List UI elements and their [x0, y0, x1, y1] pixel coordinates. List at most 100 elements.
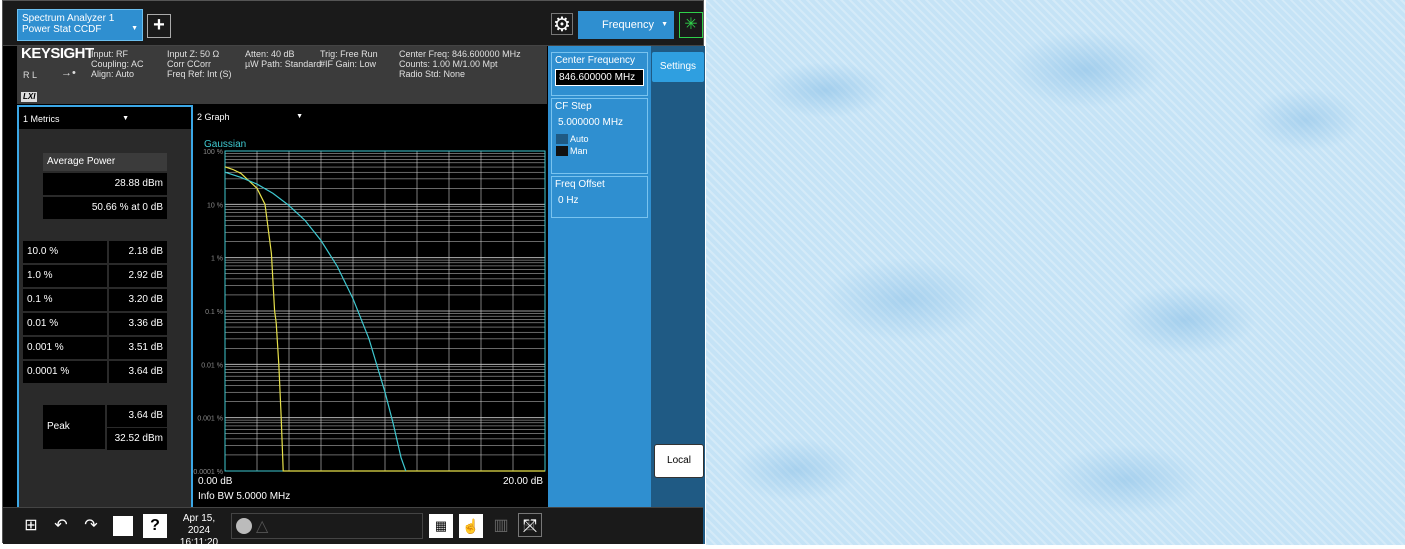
- info-col-center: Center Freq: 846.600000 MHz Counts: 1.00…: [399, 49, 521, 79]
- mode-tab-line2: Power Stat CCDF: [22, 24, 102, 35]
- ccdf-val-cell: 2.92 dB: [109, 265, 167, 287]
- local-button[interactable]: Local: [654, 444, 704, 478]
- info-text: Corr CCorr: [167, 59, 211, 69]
- info-text: Coupling: AC: [91, 59, 144, 69]
- info-col-trigger: Trig: Free Run #IF Gain: Low: [320, 49, 378, 69]
- rl-indicator: R L: [23, 70, 38, 80]
- input-connector-icon: →•: [61, 67, 76, 79]
- cf-step-control[interactable]: CF Step 5.000000 MHz Auto Man: [551, 98, 648, 174]
- ccdf-val-cell: 2.18 dB: [109, 241, 167, 263]
- message-area[interactable]: △: [231, 513, 423, 539]
- graph-pane[interactable]: 2 Graph ▼ Gaussian 100 % 10 % 1 % 0.1 % 0.01…: [193, 105, 547, 507]
- center-frequency-field[interactable]: 846.600000 MHz: [555, 69, 644, 86]
- y-tick-label: 0.0001 %: [193, 469, 223, 476]
- lxi-badge: LXI: [21, 92, 38, 102]
- brand-logo: KEYSIGHT: [21, 45, 94, 62]
- chevron-down-icon: ▼: [122, 115, 129, 122]
- cf-step-auto-option[interactable]: Auto: [552, 133, 647, 145]
- ccdf-val-cell: 3.51 dB: [109, 337, 167, 359]
- y-tick-label: 0.01 %: [201, 362, 223, 369]
- info-text: Align: Auto: [91, 69, 135, 79]
- busy-spinner-icon: ✳: [679, 12, 703, 38]
- ccdf-pct-cell: 0.1 %: [23, 289, 107, 311]
- mode-tab[interactable]: Spectrum Analyzer 1 Power Stat CCDF ▼: [17, 9, 143, 41]
- file-icon[interactable]: [113, 516, 133, 536]
- info-text: Center Freq: 846.600000 MHz: [399, 49, 521, 59]
- info-col-input: Input: RF Coupling: AC Align: Auto: [91, 49, 144, 79]
- gaussian-trace: [224, 171, 407, 472]
- time-label: 16:11:20: [179, 537, 219, 548]
- y-tick-labels: 100 % 10 % 1 % 0.1 % 0.01 % 0.001 % 0.0001 %: [193, 149, 223, 476]
- auto-label: Auto: [570, 134, 589, 144]
- chevron-down-icon: ▼: [661, 21, 668, 28]
- y-tick-label: 1 %: [211, 256, 223, 263]
- date-time: Apr 15, 2024 16:11:20: [171, 513, 227, 549]
- freq-offset-control[interactable]: Freq Offset 0 Hz: [551, 176, 648, 218]
- ccdf-graph[interactable]: Gaussian 100 %10 %1 %0.1 %0.01 %0.001 %0…: [193, 105, 547, 507]
- add-screen-button[interactable]: +: [147, 14, 171, 38]
- bottom-toolbar: ⊞ ↶ ↷ ? Apr 15, 2024 16:11:20 △ ▦ ☝ ▥ ⊞: [3, 507, 703, 548]
- info-text: Atten: 40 dB: [245, 49, 295, 59]
- gear-icon[interactable]: ⚙: [551, 13, 573, 36]
- top-bar: Spectrum Analyzer 1 Power Stat CCDF ▼ + …: [3, 1, 703, 46]
- info-col-atten: Atten: 40 dB µW Path: Standard: [245, 49, 321, 69]
- analyzer-window: Spectrum Analyzer 1 Power Stat CCDF ▼ + …: [2, 0, 705, 548]
- man-indicator: [556, 146, 568, 156]
- cf-step-label: CF Step: [555, 101, 592, 112]
- ccdf-val-cell: 3.36 dB: [109, 313, 167, 335]
- windows-icon[interactable]: ⊞: [19, 514, 43, 538]
- info-col-impedance: Input Z: 50 Ω Corr CCorr Freq Ref: Int (…: [167, 49, 232, 79]
- redo-icon[interactable]: ↷: [79, 514, 103, 538]
- message-icon: [236, 518, 252, 534]
- undo-icon[interactable]: ↶: [49, 514, 73, 538]
- tile-grid-icon[interactable]: ▦: [429, 514, 453, 538]
- freq-offset-label: Freq Offset: [555, 179, 605, 190]
- menu-select[interactable]: Frequency ▼: [578, 11, 674, 39]
- average-power-value: 28.88 dBm: [43, 173, 167, 195]
- x-start-label: 0.00 dB: [198, 476, 233, 487]
- date-label: Apr 15, 2024: [182, 513, 216, 536]
- metrics-pane[interactable]: 1 Metrics ▼ Average Power 28.88 dBm 50.6…: [17, 105, 193, 507]
- y-tick-label: 10 %: [207, 202, 223, 209]
- ccdf-val-cell: 3.20 dB: [109, 289, 167, 311]
- touch-icon[interactable]: ☝: [459, 514, 483, 538]
- average-power-percent: 50.66 % at 0 dB: [43, 197, 167, 219]
- freq-offset-value[interactable]: 0 Hz: [555, 193, 644, 208]
- info-text: Counts: 1.00 M/1.00 Mpt: [399, 59, 498, 69]
- center-frequency-label: Center Frequency: [555, 55, 636, 66]
- fullscreen-icon[interactable]: ⤧: [518, 513, 542, 537]
- ccdf-pct-cell: 0.0001 %: [23, 361, 107, 383]
- x-end-label: 20.00 dB: [503, 476, 543, 487]
- auto-indicator: [556, 134, 568, 144]
- cf-step-man-option[interactable]: Man: [552, 145, 647, 157]
- ccdf-val-cell: 3.64 dB: [109, 361, 167, 383]
- y-tick-label: 0.1 %: [205, 309, 223, 316]
- man-label: Man: [570, 146, 588, 156]
- tab-settings[interactable]: Settings: [652, 52, 704, 82]
- peak-label: Peak: [43, 405, 105, 449]
- ccdf-pct-cell: 1.0 %: [23, 265, 107, 287]
- mode-tab-line1: Spectrum Analyzer 1: [22, 13, 115, 24]
- ccdf-pct-cell: 10.0 %: [23, 241, 107, 263]
- metrics-pane-header[interactable]: 1 Metrics ▼: [21, 109, 133, 129]
- ccdf-pct-cell: 0.01 %: [23, 313, 107, 335]
- menu-select-label: Frequency: [602, 19, 654, 31]
- info-text: Freq Ref: Int (S): [167, 69, 232, 79]
- info-text: Radio Std: None: [399, 69, 466, 79]
- settings-info-bar[interactable]: KEYSIGHT R L →• LXI Input: RF Coupling: …: [17, 46, 547, 104]
- average-power-label: Average Power: [43, 153, 167, 171]
- ccdf-pct-cell: 0.001 %: [23, 337, 107, 359]
- help-icon[interactable]: ?: [143, 514, 167, 538]
- layout-icon[interactable]: ▥: [489, 514, 513, 538]
- y-tick-label: 0.001 %: [197, 416, 223, 423]
- info-text: µW Path: Standard: [245, 59, 322, 69]
- cf-step-value[interactable]: 5.000000 MHz: [555, 115, 644, 130]
- center-frequency-control[interactable]: Center Frequency 846.600000 MHz: [551, 52, 648, 96]
- info-text: Input Z: 50 Ω: [167, 49, 220, 59]
- info-text: Trig: Free Run: [320, 49, 378, 59]
- control-panel: Center Frequency 846.600000 MHz CF Step …: [548, 46, 651, 544]
- desktop-wallpaper: [706, 0, 1405, 545]
- info-bw-label: Info BW 5.0000 MHz: [198, 491, 290, 502]
- peak-db-value: 3.64 dB: [107, 405, 167, 427]
- menu-tabs: Settings Local: [651, 46, 705, 544]
